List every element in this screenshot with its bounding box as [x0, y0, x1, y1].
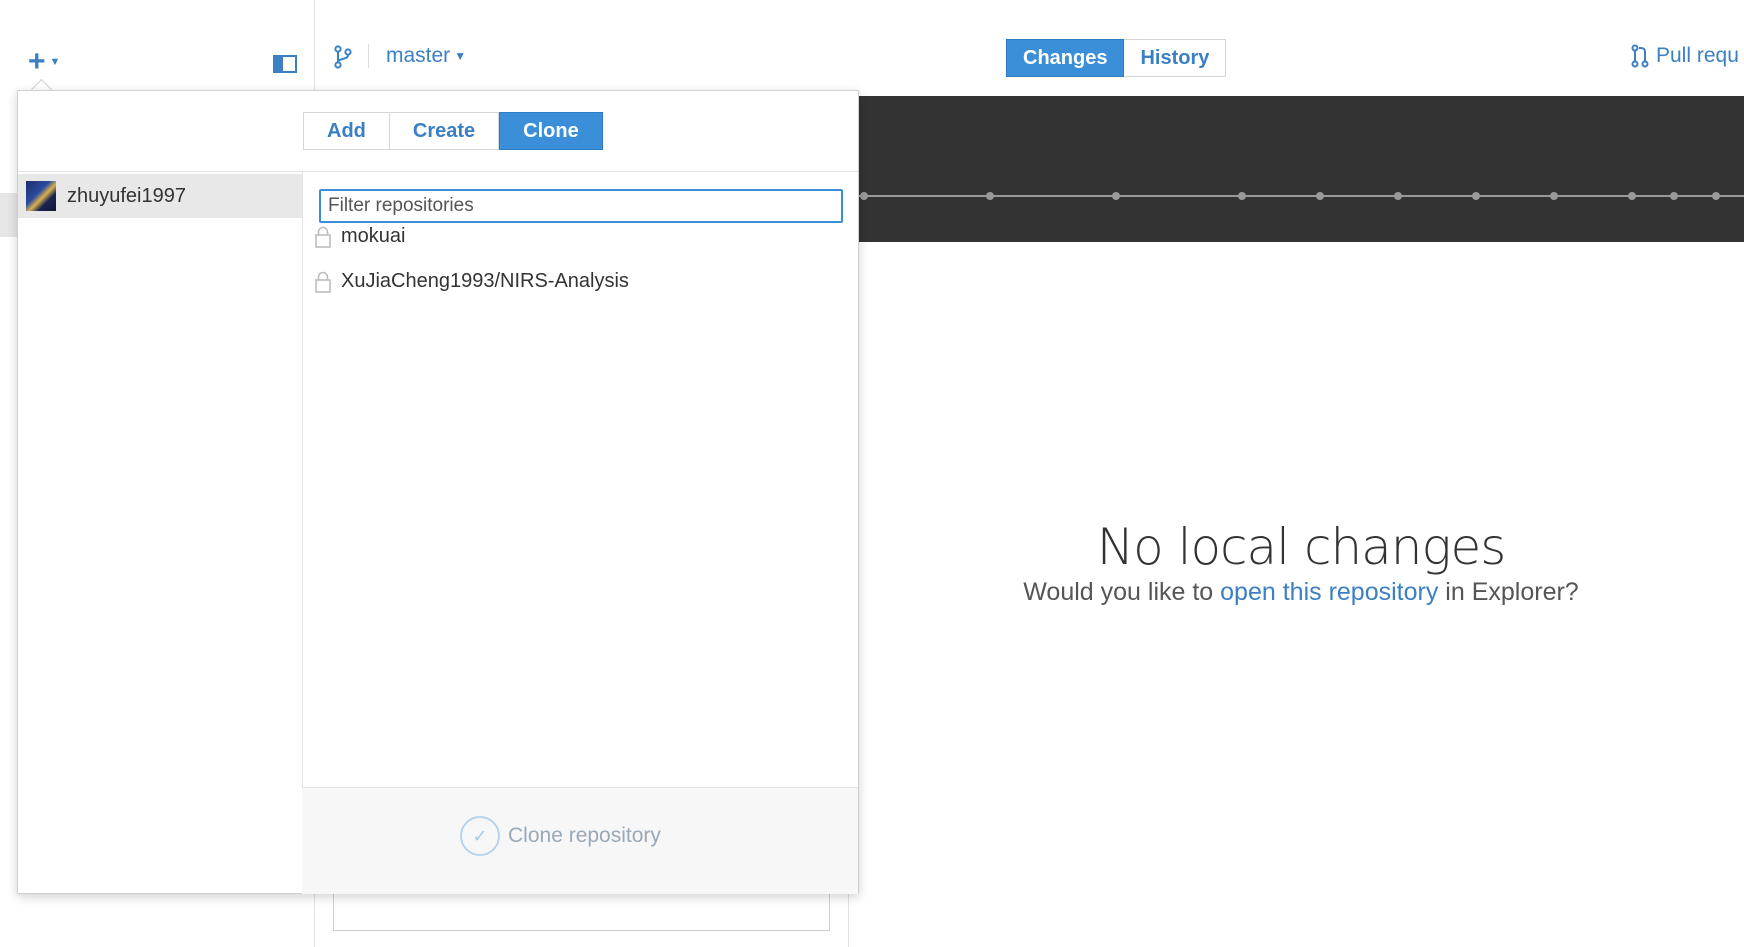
toolbar [0, 0, 1744, 96]
divider [848, 889, 849, 947]
branch-name: master [386, 44, 451, 67]
branch-selector[interactable]: master ▼ [386, 44, 466, 68]
chevron-down-icon: ▼ [49, 56, 61, 68]
pull-request-label: Pull requ [1656, 44, 1739, 67]
tab-clone[interactable]: Clone [499, 112, 603, 150]
tab-create[interactable]: Create [389, 113, 500, 149]
tab-history[interactable]: History [1124, 40, 1226, 76]
lock-icon [315, 271, 331, 293]
account-item[interactable]: zhuyufei1997 [18, 174, 302, 218]
divider [368, 44, 369, 68]
open-in-explorer-link[interactable]: open this repository [1220, 578, 1438, 606]
plus-icon: + [28, 45, 46, 78]
mode-selector: Add Create Clone [303, 112, 603, 150]
avatar [26, 181, 56, 211]
filter-repositories-input[interactable] [319, 189, 843, 223]
popover-footer: ✓ Clone repository [302, 787, 858, 894]
tab-changes[interactable]: Changes [1006, 39, 1125, 77]
account-name: zhuyufei1997 [67, 184, 186, 207]
repo-item[interactable]: XuJiaCheng1993/NIRS-Analysis [315, 270, 629, 293]
commit-timeline [858, 192, 1744, 200]
add-repository-popover: Add Create Clone zhuyufei1997 mokuai XuJ… [17, 90, 859, 894]
commit-summary-field [333, 889, 830, 931]
lock-icon [315, 226, 331, 248]
sidebar-toggle-icon[interactable] [273, 55, 297, 73]
clone-repository-button[interactable]: ✓ Clone repository [460, 816, 661, 856]
chevron-down-icon: ▼ [454, 49, 467, 64]
check-icon: ✓ [460, 816, 500, 856]
sidebar-selection [0, 193, 18, 237]
clone-button-label: Clone repository [508, 824, 661, 847]
tab-add[interactable]: Add [304, 113, 390, 149]
pull-request-icon [1631, 44, 1649, 68]
empty-state-message: Would you like to open this repository i… [1023, 578, 1579, 606]
account-list: zhuyufei1997 [18, 172, 303, 893]
view-tabs: Changes History [1006, 39, 1227, 77]
pull-request-button[interactable]: Pull requ [1630, 44, 1739, 68]
repo-name: mokuai [341, 225, 406, 247]
repo-name: XuJiaCheng1993/NIRS-Analysis [341, 270, 629, 292]
repo-item[interactable]: mokuai [315, 225, 405, 248]
timeline-banner [858, 96, 1744, 242]
empty-state-title: No local changes [1096, 518, 1507, 576]
add-menu-button[interactable]: + ▼ [28, 45, 61, 78]
branch-icon [334, 45, 352, 69]
